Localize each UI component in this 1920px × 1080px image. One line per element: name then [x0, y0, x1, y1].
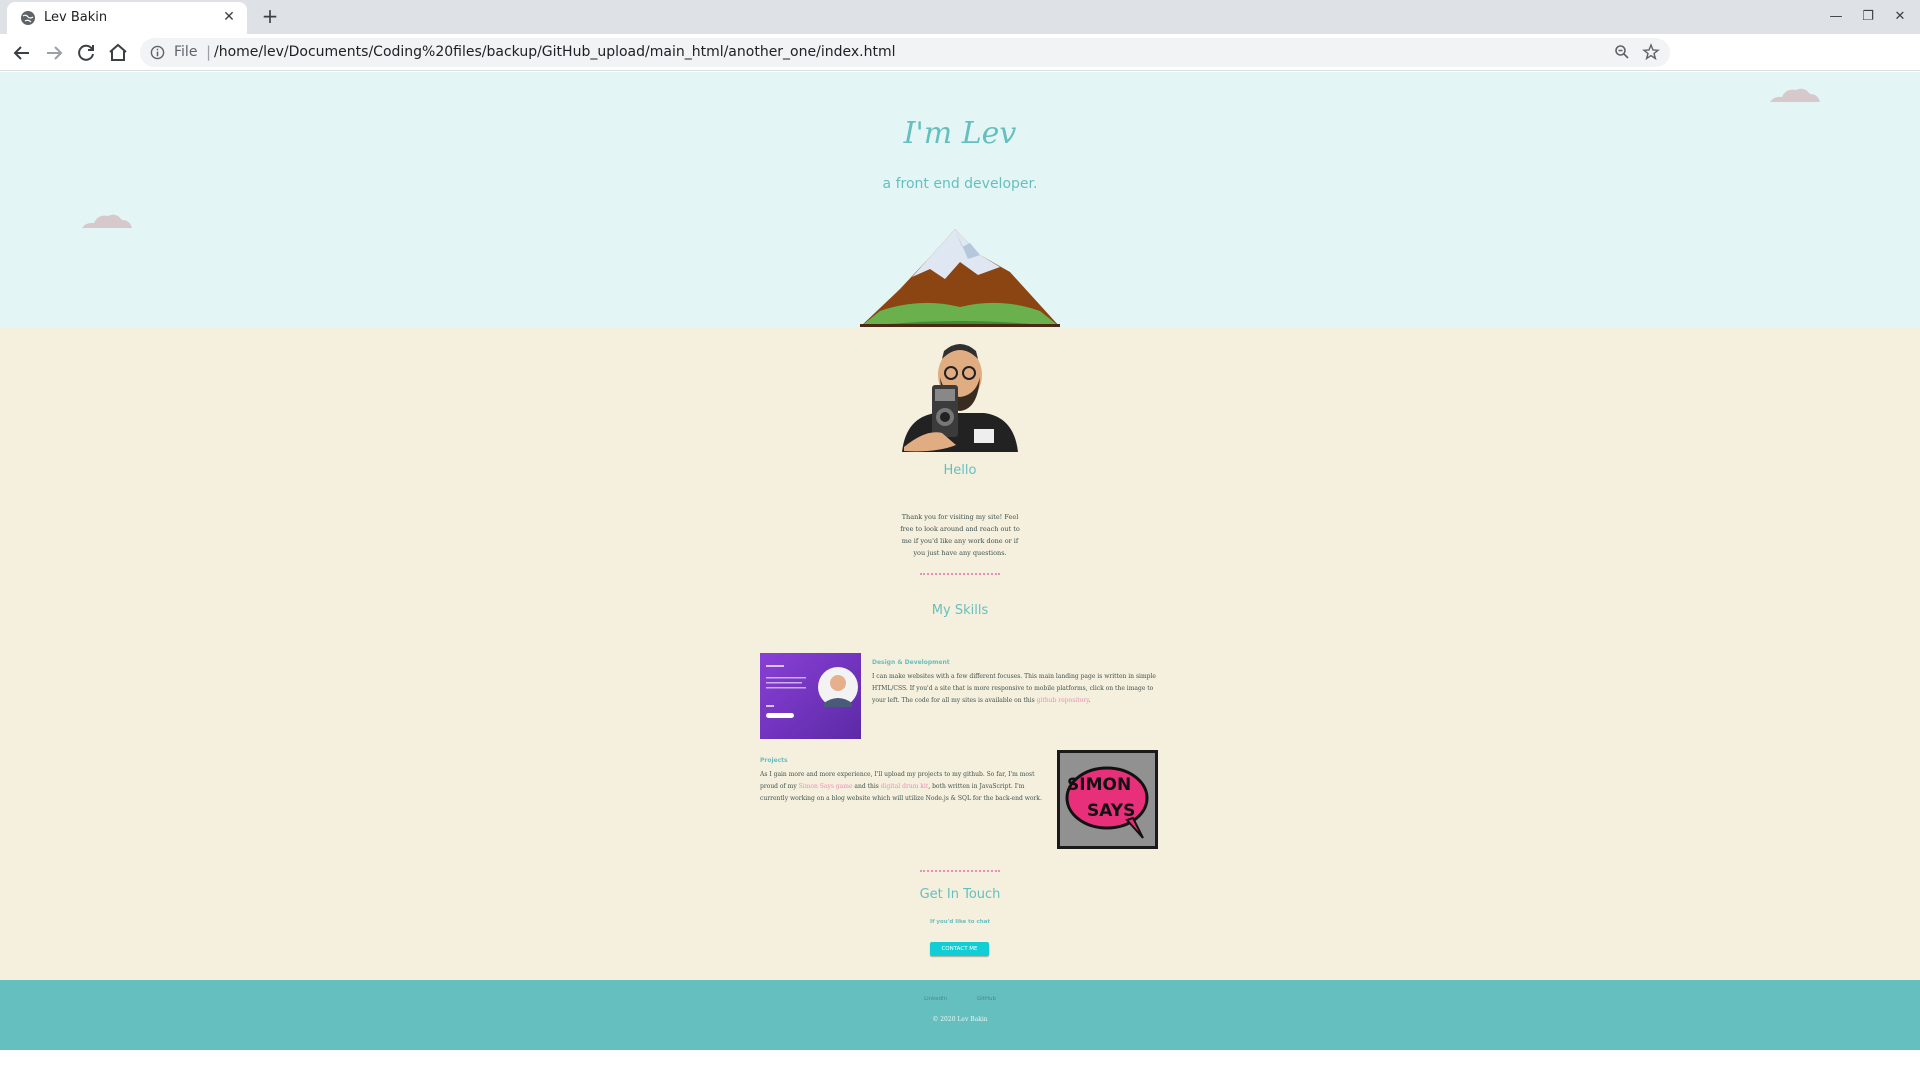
avatar	[902, 344, 1018, 452]
reload-icon[interactable]	[74, 41, 98, 65]
mobile-site-screenshot-image[interactable]	[760, 653, 861, 739]
restore-icon[interactable]: ❐	[1856, 6, 1880, 28]
footer: LinkedIn GitHub © 2020 Lev Bakin	[0, 980, 1920, 1050]
mountain-illustration	[860, 229, 1060, 327]
projects-title: Projects	[760, 757, 788, 764]
close-window-icon[interactable]: ✕	[1888, 6, 1912, 28]
close-tab-icon[interactable]: ✕	[220, 8, 238, 26]
github-link[interactable]: GitHub	[977, 996, 996, 1002]
back-icon[interactable]	[10, 41, 34, 65]
says-logo-text: SAYS	[1087, 801, 1135, 821]
divider: |	[206, 43, 212, 61]
github-repository-link[interactable]: github repository	[1037, 697, 1089, 704]
simon-says-logo-image[interactable]: SIMON SAYS	[1057, 750, 1158, 849]
section-divider	[920, 573, 1000, 575]
contact-subtext: If you'd like to chat	[930, 919, 990, 925]
minimize-icon[interactable]: —	[1824, 6, 1848, 28]
projects-text-2: and this	[852, 783, 881, 790]
projects-text: As I gain more and more experience, I'll…	[760, 769, 1048, 805]
page-subtitle: a front end developer.	[882, 176, 1038, 192]
design-skill-title: Design & Development	[872, 659, 950, 666]
main-content: Hello Thank you for visiting my site! Fe…	[0, 327, 1920, 980]
bookmark-star-icon[interactable]	[1642, 43, 1660, 61]
browser-toolbar: File | /home/lev/Documents/Coding%20file…	[0, 34, 1920, 95]
contact-heading: Get In Touch	[919, 887, 1001, 902]
design-text: I can make websites with a few different…	[872, 673, 1156, 704]
drum-kit-link[interactable]: digital drum kit	[881, 783, 928, 790]
address-bar[interactable]: File | /home/lev/Documents/Coding%20file…	[140, 38, 1670, 67]
page-title: I'm Lev	[903, 116, 1017, 151]
url-text[interactable]: /home/lev/Documents/Coding%20files/backu…	[214, 44, 895, 60]
tab-title: Lev Bakin	[44, 10, 108, 25]
scheme-label: File	[174, 44, 198, 60]
skills-heading: My Skills	[931, 603, 989, 618]
design-skill-text: I can make websites with a few different…	[872, 671, 1162, 707]
intro-text: Thank you for visiting my site! Feel fre…	[900, 513, 1020, 557]
forward-icon[interactable]	[42, 41, 66, 65]
intro-heading: Hello	[943, 463, 977, 478]
footer-links: LinkedIn GitHub	[0, 996, 1920, 1002]
web-page: I'm Lev a front end developer. Hello Tha…	[0, 72, 1920, 1050]
globe-icon	[21, 11, 35, 25]
design-text-end: .	[1088, 697, 1091, 704]
cloud-icon	[1770, 88, 1820, 102]
info-icon[interactable]	[150, 45, 165, 60]
contact-me-button[interactable]: CONTACT ME	[930, 942, 989, 956]
zoom-icon[interactable]	[1614, 44, 1630, 60]
cloud-icon	[82, 214, 132, 228]
new-tab-icon[interactable]: +	[258, 4, 282, 28]
section-divider	[920, 870, 1000, 872]
home-icon[interactable]	[106, 41, 130, 65]
simon-logo-text: SIMON	[1067, 775, 1131, 795]
linkedin-link[interactable]: LinkedIn	[924, 996, 947, 1002]
browser-tab[interactable]: Lev Bakin ✕	[7, 2, 247, 34]
copyright: © 2020 Lev Bakin	[932, 1016, 988, 1023]
hero-section: I'm Lev a front end developer.	[0, 72, 1920, 327]
tab-strip: Lev Bakin ✕ + — ❐ ✕	[0, 0, 1920, 34]
simon-says-link[interactable]: Simon Says game	[799, 783, 853, 790]
